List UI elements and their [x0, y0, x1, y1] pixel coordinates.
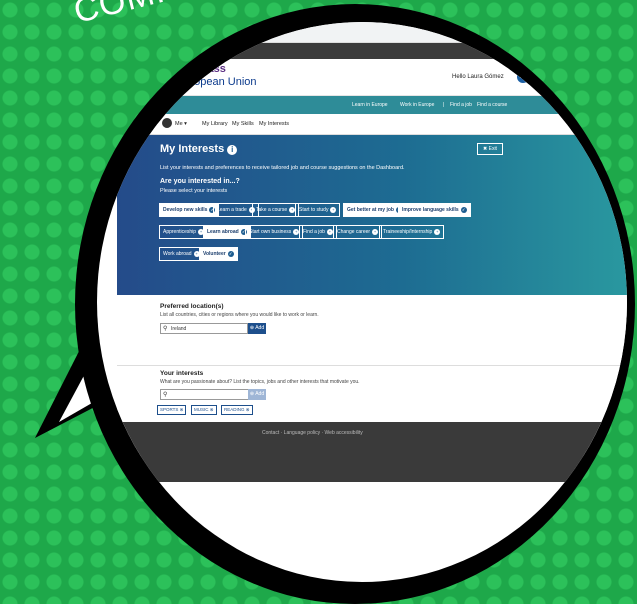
top-navigation: Learn in Europe Work in Europe | Find a … [117, 96, 627, 114]
interests-panel: My Interests i ✖ Exit List your interests… [117, 135, 627, 295]
speech-bubble-screen: ★ ⚙ Bing europass European Union Hello L… [97, 22, 627, 582]
interest-option-find-a-job[interactable]: Find a job + [299, 225, 337, 239]
location-input[interactable]: ⚲ Ireland [160, 323, 248, 334]
interests-select-hint: Please select your interests [160, 188, 228, 194]
europass-logo-text[interactable]: europass [177, 63, 226, 75]
your-interests-hint: What are you passionate about? List the … [160, 379, 360, 385]
interest-option-develop-new-skills[interactable]: Develop new skills ✓ [159, 203, 220, 217]
interest-option-improve-language-skills[interactable]: Improve language skills ✓ [398, 203, 471, 217]
nav-work-in-europe[interactable]: Work in Europe [400, 102, 434, 108]
interest-tag-label: MUSIC [194, 407, 209, 412]
your-interests-heading: Your interests [160, 370, 204, 377]
interest-option-label: Apprenticeship [163, 229, 197, 235]
nav-find-a-course[interactable]: Find a course [477, 102, 507, 108]
nav-divider: | [443, 102, 445, 108]
interests-question: Are you interested in...? [160, 178, 240, 185]
user-greeting: Hello Laura Gómez [452, 74, 504, 80]
interest-option-apprenticeship[interactable]: Apprenticeship + [159, 225, 209, 239]
interest-option-start-to-study[interactable]: Start to study + [295, 203, 341, 217]
add-location-button[interactable]: ⊕ Add [248, 323, 266, 334]
sub-navigation: Me ▾ My Library My Skills My Interests [117, 114, 627, 135]
nav-find-a-job[interactable]: Find a job [450, 102, 472, 108]
top-dark-strip [117, 43, 627, 59]
interest-option-take-a-course[interactable]: Take a course + [252, 203, 300, 217]
interest-option-label: Start to study [299, 207, 329, 213]
interest-option-learn-abroad[interactable]: Learn abroad ✓ [203, 225, 251, 239]
interest-option-label: Work abroad [163, 251, 192, 257]
browser-toolbar: ★ ⚙ Bing [117, 22, 627, 43]
interest-option-work-abroad[interactable]: Work abroad + [159, 247, 204, 261]
europass-page: ★ ⚙ Bing europass European Union Hello L… [117, 22, 627, 574]
interest-option-get-better-at-my-job[interactable]: Get better at my job✓ [343, 203, 406, 217]
subnav-me[interactable]: Me ▾ [175, 121, 187, 127]
add-location-label: Add [255, 325, 265, 331]
interest-option-label: Take a course [256, 207, 288, 213]
interest-option-label: Volunteer [203, 251, 226, 257]
location-heading: Preferred location(s) [160, 303, 224, 310]
interest-tag-sports[interactable]: SPORTS ⊗ [157, 405, 187, 415]
nav-learn-in-europe[interactable]: Learn in Europe [352, 102, 388, 108]
interest-option-label: Learn a trade [217, 207, 247, 213]
interest-option-label: Traineeship/Internship [383, 229, 433, 235]
interest-option-label: Get better at my job [347, 207, 394, 213]
avatar[interactable]: LG [517, 71, 529, 83]
plus-icon: + [434, 229, 441, 235]
footer-links[interactable]: Contact · Language policy · Web accessib… [262, 430, 363, 436]
location-value: Ireland [171, 326, 187, 332]
check-icon: ✓ [460, 207, 467, 213]
interest-option-traineeship-internship[interactable]: Traineeship/Internship + [379, 225, 445, 239]
interest-option-label: Develop new skills [163, 207, 208, 213]
interest-option-label: Find a job [303, 229, 325, 235]
interest-tag-label: READING [224, 407, 245, 412]
interest-option-volunteer[interactable]: Volunteer ✓ [199, 247, 238, 261]
european-union-text: European Union [177, 76, 257, 88]
subnav-my-library[interactable]: My Library [202, 121, 228, 127]
interest-tag-music[interactable]: MUSIC ⊗ [191, 405, 217, 415]
interest-option-label: Improve language skills [402, 207, 459, 213]
page-footer: Contact · Language policy · Web accessib… [117, 422, 627, 482]
info-icon[interactable]: i [227, 145, 238, 155]
location-section: Preferred location(s) List all countries… [117, 295, 627, 365]
interest-option-label: Change career [337, 229, 371, 235]
interest-option-label: Learn abroad [207, 229, 239, 235]
interest-tag-reading[interactable]: READING ⊗ [221, 405, 253, 415]
address-text: ★ ⚙ Bing [480, 31, 507, 37]
add-interest-label: Add [255, 391, 265, 397]
interest-option-start-own-business[interactable]: Start own business + [245, 225, 304, 239]
plus-icon: + [330, 207, 337, 213]
user-icon[interactable] [162, 118, 172, 128]
check-icon: ✓ [227, 251, 234, 257]
plus-icon: + [372, 229, 379, 235]
interest-option-label: Start own business [249, 229, 292, 235]
eu-flag-icon [159, 67, 175, 78]
interests-search-input[interactable]: ⚲ [160, 389, 255, 400]
page-title-text: My Interests [160, 143, 225, 155]
exit-button[interactable]: ✖ Exit [477, 143, 503, 155]
subnav-my-interests[interactable]: My Interests [259, 121, 289, 127]
interest-option-change-career[interactable]: Change career + [333, 225, 383, 239]
search-icon: ⚲ [163, 392, 168, 398]
location-hint: List all countries, cities or regions wh… [160, 312, 319, 318]
location-pin-icon: ⚲ [163, 326, 168, 332]
subnav-my-skills[interactable]: My Skills [232, 121, 254, 127]
address-bar[interactable]: ★ ⚙ Bing [475, 28, 627, 40]
interests-description: List your interests and preferences to r… [160, 165, 405, 171]
page-title: My Interests i [160, 143, 238, 155]
brand-header: europass European Union Hello Laura Góme… [117, 59, 627, 96]
interest-tag-label: SPORTS [160, 407, 179, 412]
add-interest-button[interactable]: ⊕ Add [248, 389, 266, 400]
